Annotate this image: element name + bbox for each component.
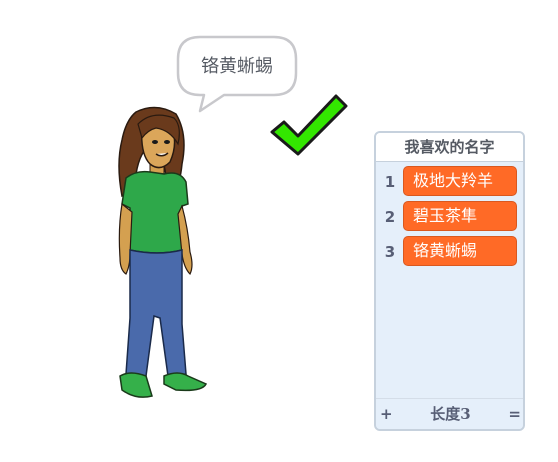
stage: 铬黄蜥蜴 我喜欢的名字 1 极地大羚羊 2 碧玉茶隼 3 铬黄蜥蜴 + 长度3 …: [0, 0, 558, 462]
list-item[interactable]: 1 极地大羚羊: [376, 166, 523, 198]
list-body[interactable]: 1 极地大羚羊 2 碧玉茶隼 3 铬黄蜥蜴: [376, 162, 523, 398]
speech-bubble: 铬黄蜥蜴: [176, 35, 298, 113]
list-length: 长度3: [430, 405, 471, 423]
list-item[interactable]: 3 铬黄蜥蜴: [376, 236, 523, 268]
list-monitor[interactable]: 我喜欢的名字 1 极地大羚羊 2 碧玉茶隼 3 铬黄蜥蜴 + 长度3 =: [374, 131, 525, 431]
list-item-index: 2: [384, 208, 396, 226]
list-item-value[interactable]: 极地大羚羊: [403, 166, 517, 196]
checkmark-icon[interactable]: [270, 92, 350, 162]
list-item-index: 1: [384, 173, 396, 191]
list-item-value[interactable]: 铬黄蜥蜴: [403, 236, 517, 266]
list-item-index: 3: [384, 243, 396, 261]
resize-handle[interactable]: =: [508, 399, 521, 429]
list-title: 我喜欢的名字: [376, 133, 523, 162]
list-footer: + 长度3 =: [376, 398, 523, 429]
list-item-value[interactable]: 碧玉茶隼: [403, 201, 517, 231]
girl-sprite[interactable]: [106, 104, 212, 412]
list-item[interactable]: 2 碧玉茶隼: [376, 201, 523, 233]
speech-bubble-text: 铬黄蜥蜴: [201, 56, 273, 77]
